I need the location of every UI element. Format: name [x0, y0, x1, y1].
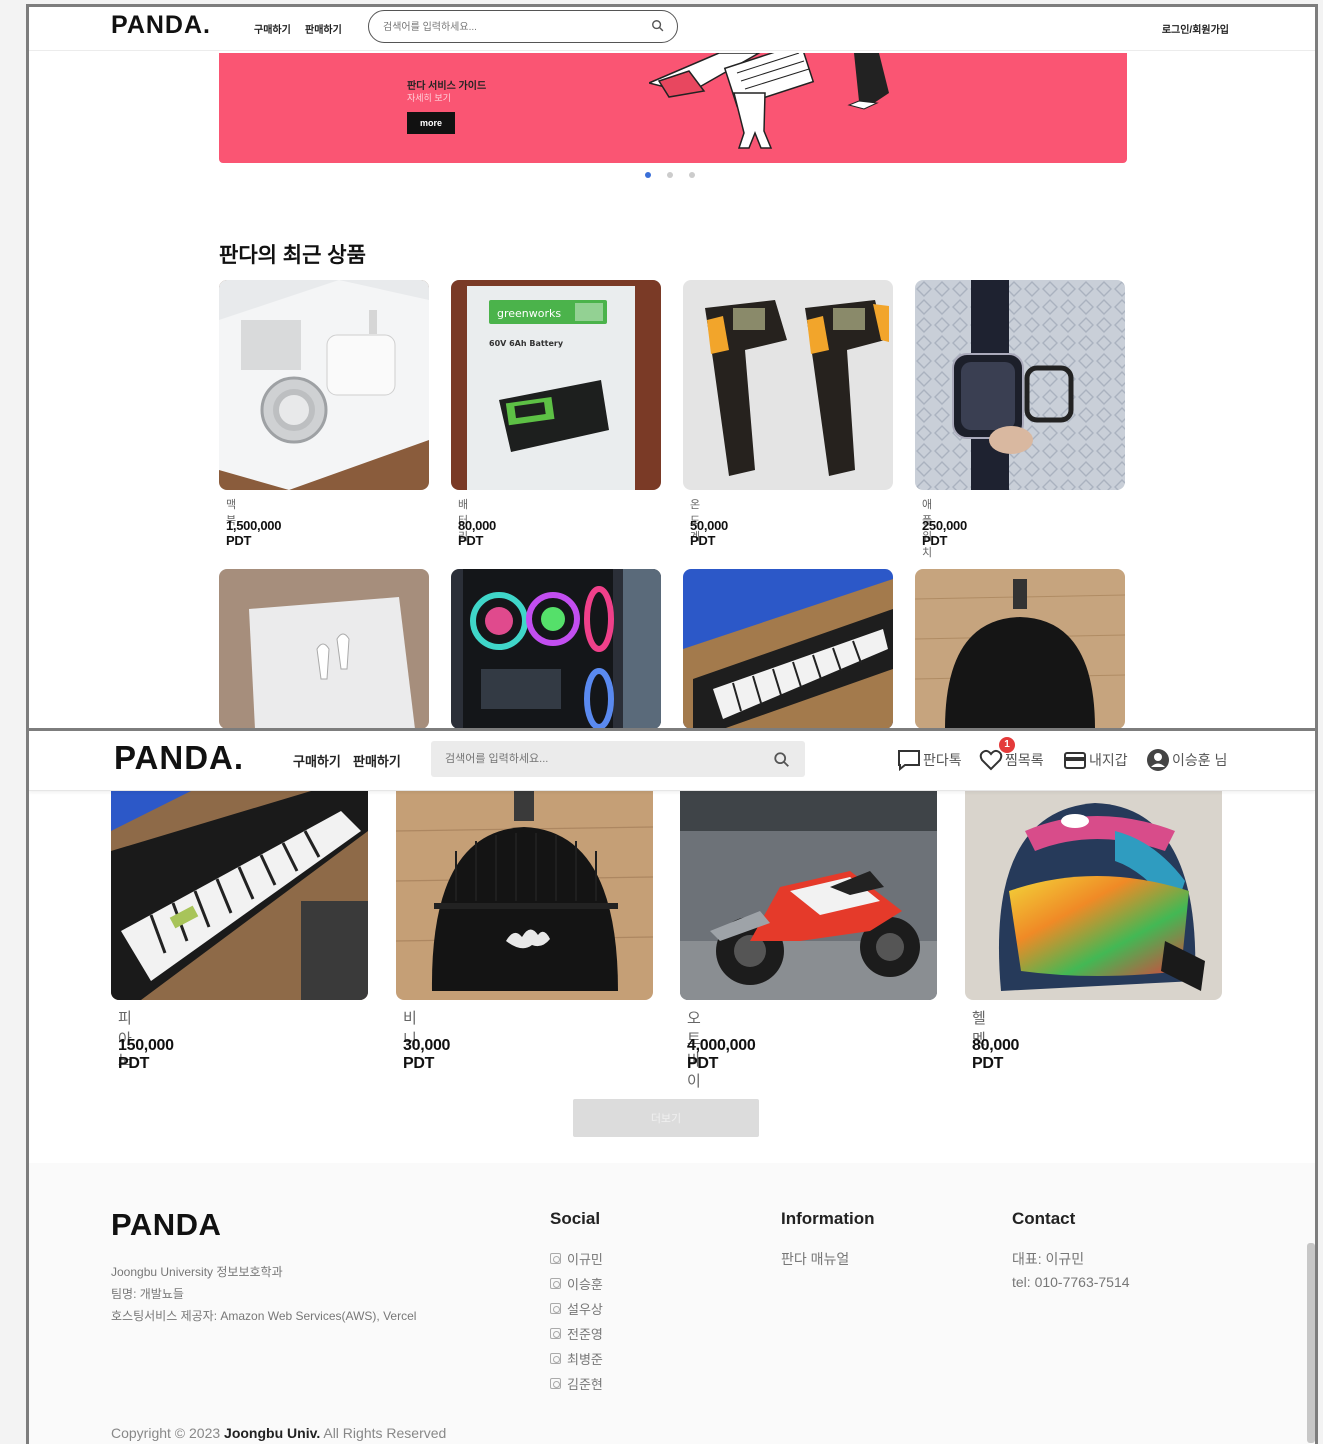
heart-icon	[979, 749, 1003, 771]
banner-more-button[interactable]: more	[407, 112, 455, 134]
product-price: 4,000,000 PDT	[687, 1037, 756, 1072]
product-image-beanie[interactable]	[915, 569, 1125, 728]
pagination-dot[interactable]	[689, 172, 695, 178]
search-icon[interactable]	[773, 751, 791, 769]
chat-label: 판다톡	[923, 752, 962, 768]
footer-social-title: Social	[550, 1209, 601, 1228]
logo[interactable]: PANDA.	[114, 739, 244, 777]
user-profile-link[interactable]: 이승훈 님	[1146, 745, 1227, 775]
product-price: 250,000 PDT	[922, 518, 967, 548]
footer-address-line: 팀명: 개발뇨들	[111, 1287, 184, 1301]
wishlist-count-badge: 1	[999, 737, 1015, 753]
search-icon[interactable]	[651, 19, 665, 33]
social-link[interactable]: 전준영	[550, 1324, 603, 1343]
nav-buy[interactable]: 구매하기	[293, 751, 341, 770]
pagination-dot[interactable]	[645, 172, 651, 178]
product-image-beanie[interactable]	[396, 791, 653, 1000]
product-price: 80,000 PDT	[972, 1037, 1020, 1072]
search-bar[interactable]	[431, 741, 805, 777]
wishlist-label: 찜목록	[1005, 752, 1044, 768]
banner-title: 판다 서비스 가이드	[407, 81, 487, 92]
social-member-name: 이승훈	[567, 1277, 603, 1292]
wallet-label: 내지갑	[1089, 752, 1128, 768]
svg-text:60V 6Ah Battery: 60V 6Ah Battery	[489, 339, 564, 348]
manual-link[interactable]: 판다 매뉴얼	[781, 1249, 849, 1269]
product-price: 50,000 PDT	[690, 518, 728, 548]
footer-information-title: Information	[781, 1209, 875, 1228]
chat-link[interactable]: 판다톡	[897, 745, 962, 775]
search-input[interactable]	[445, 751, 755, 767]
bottom-screenshot-panel: PANDA. 구매하기 판매하기 판다톡 찜목록 1 내지갑 이승훈 님	[26, 728, 1318, 1444]
product-image-thermometer[interactable]	[683, 280, 893, 490]
social-member-name: 설우상	[567, 1302, 603, 1317]
product-image-airpods[interactable]	[219, 569, 429, 728]
social-link[interactable]: 김준현	[550, 1374, 603, 1393]
nav-sell[interactable]: 판매하기	[353, 751, 401, 770]
social-member-name: 이규민	[567, 1252, 603, 1267]
social-member-name: 김준현	[567, 1377, 603, 1392]
banner-pagination	[645, 172, 695, 178]
svg-text:greenworks: greenworks	[497, 307, 561, 320]
product-image-piano[interactable]	[111, 791, 368, 1000]
social-member-name: 최병준	[567, 1352, 603, 1367]
top-header: PANDA. 구매하기 판매하기 로그인/회원가입	[29, 7, 1315, 51]
footer: PANDA Joongbu University 정보보호학과 팀명: 개발뇨들…	[29, 1163, 1315, 1444]
top-screenshot-panel: PANDA. 구매하기 판매하기 로그인/회원가입 판다 서비스 가이드 자세히…	[26, 4, 1318, 728]
nav-sell[interactable]: 판매하기	[305, 21, 342, 36]
wallet-link[interactable]: 내지갑	[1063, 745, 1128, 775]
nav-buy[interactable]: 구매하기	[254, 21, 291, 36]
instagram-icon	[550, 1303, 561, 1314]
product-price: 30,000 PDT	[403, 1037, 451, 1072]
wallet-icon	[1064, 752, 1086, 769]
product-image-smartwatch[interactable]	[915, 280, 1125, 490]
chat-icon	[898, 750, 920, 771]
product-image-charger[interactable]	[219, 280, 429, 490]
copyright-owner: Joongbu Univ.	[224, 1425, 321, 1441]
instagram-icon	[550, 1328, 561, 1339]
product-image-gaming-pc[interactable]	[451, 569, 661, 728]
user-label: 이승훈 님	[1172, 752, 1228, 768]
contact-representative: 대표: 이규민	[1012, 1251, 1085, 1267]
product-image-motorcycle[interactable]	[680, 791, 937, 1000]
product-image-piano[interactable]	[683, 569, 893, 728]
social-link[interactable]: 최병준	[550, 1349, 603, 1368]
instagram-icon	[550, 1353, 561, 1364]
instagram-icon	[550, 1253, 561, 1264]
copyright: Copyright © 2023 Joongbu Univ. All Right…	[111, 1425, 446, 1441]
user-avatar-icon	[1147, 749, 1169, 771]
pagination-dot[interactable]	[667, 172, 673, 178]
product-image-battery[interactable]: greenworks 60V 6Ah Battery	[451, 280, 661, 490]
footer-logo: PANDA	[111, 1207, 222, 1242]
logo[interactable]: PANDA.	[111, 11, 211, 40]
social-member-name: 전준영	[567, 1327, 603, 1342]
product-image-helmet[interactable]	[965, 791, 1222, 1000]
banner-illustration	[649, 53, 889, 149]
product-price: 80,000 PDT	[458, 518, 496, 548]
instagram-icon	[550, 1278, 561, 1289]
search-input[interactable]	[383, 19, 643, 35]
copyright-suffix: All Rights Reserved	[323, 1425, 447, 1441]
login-signup-link[interactable]: 로그인/회원가입	[1162, 21, 1229, 36]
scrollbar[interactable]	[1307, 1243, 1315, 1443]
product-price: 1,500,000 PDT	[226, 518, 282, 548]
social-link[interactable]: 설우상	[550, 1299, 603, 1318]
footer-address-line: Joongbu University 정보보호학과	[111, 1265, 283, 1279]
promo-banner[interactable]: 판다 서비스 가이드 자세히 보기 more	[219, 53, 1127, 163]
bottom-header: PANDA. 구매하기 판매하기 판다톡 찜목록 1 내지갑 이승훈 님	[29, 731, 1315, 791]
footer-address-line: 호스팅서비스 제공자: Amazon Web Services(AWS), Ve…	[111, 1309, 417, 1323]
load-more-button[interactable]: 더보기	[573, 1099, 759, 1137]
copyright-prefix: Copyright © 2023	[111, 1425, 221, 1441]
product-price: 150,000 PDT	[118, 1037, 174, 1072]
contact-phone: tel: 010-7763-7514	[1012, 1274, 1130, 1290]
footer-contact-title: Contact	[1012, 1209, 1076, 1228]
instagram-icon	[550, 1378, 561, 1389]
section-title: 판다의 최근 상품	[219, 244, 366, 267]
search-bar[interactable]	[368, 10, 678, 43]
social-link[interactable]: 이승훈	[550, 1274, 603, 1293]
social-link[interactable]: 이규민	[550, 1249, 603, 1268]
banner-link[interactable]: 자세히 보기	[407, 91, 451, 104]
